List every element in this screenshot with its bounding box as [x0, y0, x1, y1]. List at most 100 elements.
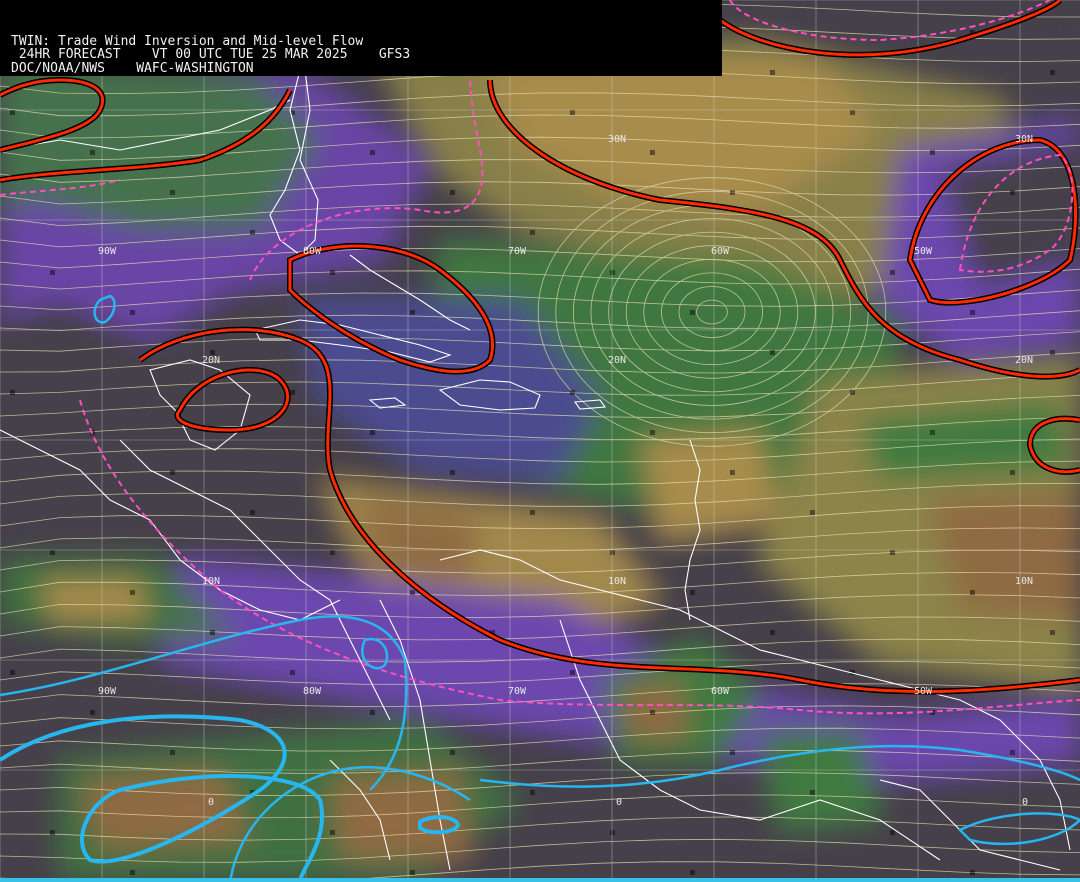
stipple-mark [930, 150, 935, 155]
label-30n-east: 30N [1015, 134, 1033, 145]
label-equator-2: 0 [616, 797, 622, 808]
bottom-border [0, 878, 1080, 882]
stipple-mark [570, 670, 575, 675]
stipple-mark [610, 270, 615, 275]
stipple-mark [1050, 350, 1055, 355]
stipple-mark [890, 550, 895, 555]
stipple-mark [130, 310, 135, 315]
stipple-mark [290, 670, 295, 675]
stipple-mark [850, 110, 855, 115]
stipple-mark [330, 830, 335, 835]
header-box: TWIN: Trade Wind Inversion and Mid-level… [0, 0, 722, 76]
label-60w-south: 60W [711, 686, 730, 697]
stipple-mark [890, 270, 895, 275]
stipple-mark [730, 750, 735, 755]
stipple-mark [50, 270, 55, 275]
stipple-mark [730, 470, 735, 475]
stipple-mark [250, 510, 255, 515]
stipple-mark [1010, 470, 1015, 475]
label-90w-north: 90W [98, 246, 117, 257]
stipple-mark [970, 310, 975, 315]
label-80w-south: 80W [303, 686, 322, 697]
stipple-mark [410, 870, 415, 875]
stipple-mark [1010, 190, 1015, 195]
stipple-mark [770, 70, 775, 75]
field-brown-s2 [330, 770, 470, 860]
stipple-mark [330, 550, 335, 555]
forecast-map: 30N 30N 20N 20N 20N 10N 10N 10N 90W 80W … [0, 0, 1080, 882]
label-70w-north: 70W [508, 246, 527, 257]
stipple-mark [650, 150, 655, 155]
label-10n-west: 10N [202, 576, 220, 587]
label-80w-north: 80W [303, 246, 322, 257]
stipple-mark [530, 230, 535, 235]
label-90w-south: 90W [98, 686, 117, 697]
stipple-mark [690, 590, 695, 595]
stipple-mark [1050, 630, 1055, 635]
stipple-mark [1010, 750, 1015, 755]
label-30n-west: 30N [608, 134, 626, 145]
label-60w-north: 60W [711, 246, 730, 257]
stipple-mark [450, 190, 455, 195]
stipple-mark [170, 190, 175, 195]
label-equator-3: 0 [1022, 797, 1028, 808]
stipple-mark [730, 190, 735, 195]
stipple-mark [970, 870, 975, 875]
stipple-mark [90, 150, 95, 155]
stipple-mark [810, 790, 815, 795]
stipple-mark [170, 470, 175, 475]
stipple-mark [930, 430, 935, 435]
label-10n-center: 10N [608, 576, 626, 587]
stipple-mark [10, 110, 15, 115]
stipple-mark [650, 430, 655, 435]
stipple-mark [410, 590, 415, 595]
stipple-mark [1050, 70, 1055, 75]
stipple-mark [50, 830, 55, 835]
stipple-mark [10, 670, 15, 675]
stipple-mark [610, 830, 615, 835]
label-20n-center: 20N [608, 355, 626, 366]
stipple-mark [210, 630, 215, 635]
stipple-mark [570, 110, 575, 115]
stipple-mark [130, 870, 135, 875]
stipple-mark [850, 390, 855, 395]
label-50w-south: 50W [914, 686, 933, 697]
stipple-mark [370, 150, 375, 155]
field-green-far-se [760, 730, 880, 830]
map-stage: 30N 30N 20N 20N 20N 10N 10N 10N 90W 80W … [0, 0, 1080, 882]
stipple-mark [770, 350, 775, 355]
stipple-mark [450, 750, 455, 755]
stipple-mark [690, 310, 695, 315]
stipple-mark [970, 590, 975, 595]
stipple-mark [370, 430, 375, 435]
stipple-mark [250, 230, 255, 235]
stipple-mark [570, 390, 575, 395]
stipple-mark [290, 390, 295, 395]
label-20n-west: 20N [202, 355, 220, 366]
stipple-mark [130, 590, 135, 595]
label-10n-east: 10N [1015, 576, 1033, 587]
stipple-mark [530, 510, 535, 515]
stipple-mark [610, 550, 615, 555]
stipple-mark [530, 790, 535, 795]
stipple-mark [650, 710, 655, 715]
label-20n-east: 20N [1015, 355, 1033, 366]
stipple-mark [10, 390, 15, 395]
stipple-mark [170, 750, 175, 755]
field-tan-southwest [40, 580, 150, 620]
header-forecast-line: 24HR FORECAST VT 00 UTC TUE 25 MAR 2025 … [11, 47, 411, 62]
label-70w-south: 70W [508, 686, 527, 697]
stipple-mark [450, 470, 455, 475]
stipple-mark [410, 310, 415, 315]
header-agency-line: DOC/NOAA/NWS WAFC-WASHINGTON [11, 61, 254, 76]
stipple-mark [330, 270, 335, 275]
stipple-mark [770, 630, 775, 635]
stipple-mark [890, 830, 895, 835]
stipple-mark [90, 710, 95, 715]
stipple-mark [690, 870, 695, 875]
stipple-mark [50, 550, 55, 555]
label-equator-1: 0 [208, 797, 214, 808]
stipple-mark [810, 510, 815, 515]
label-50w-north: 50W [914, 246, 933, 257]
stipple-mark [370, 710, 375, 715]
